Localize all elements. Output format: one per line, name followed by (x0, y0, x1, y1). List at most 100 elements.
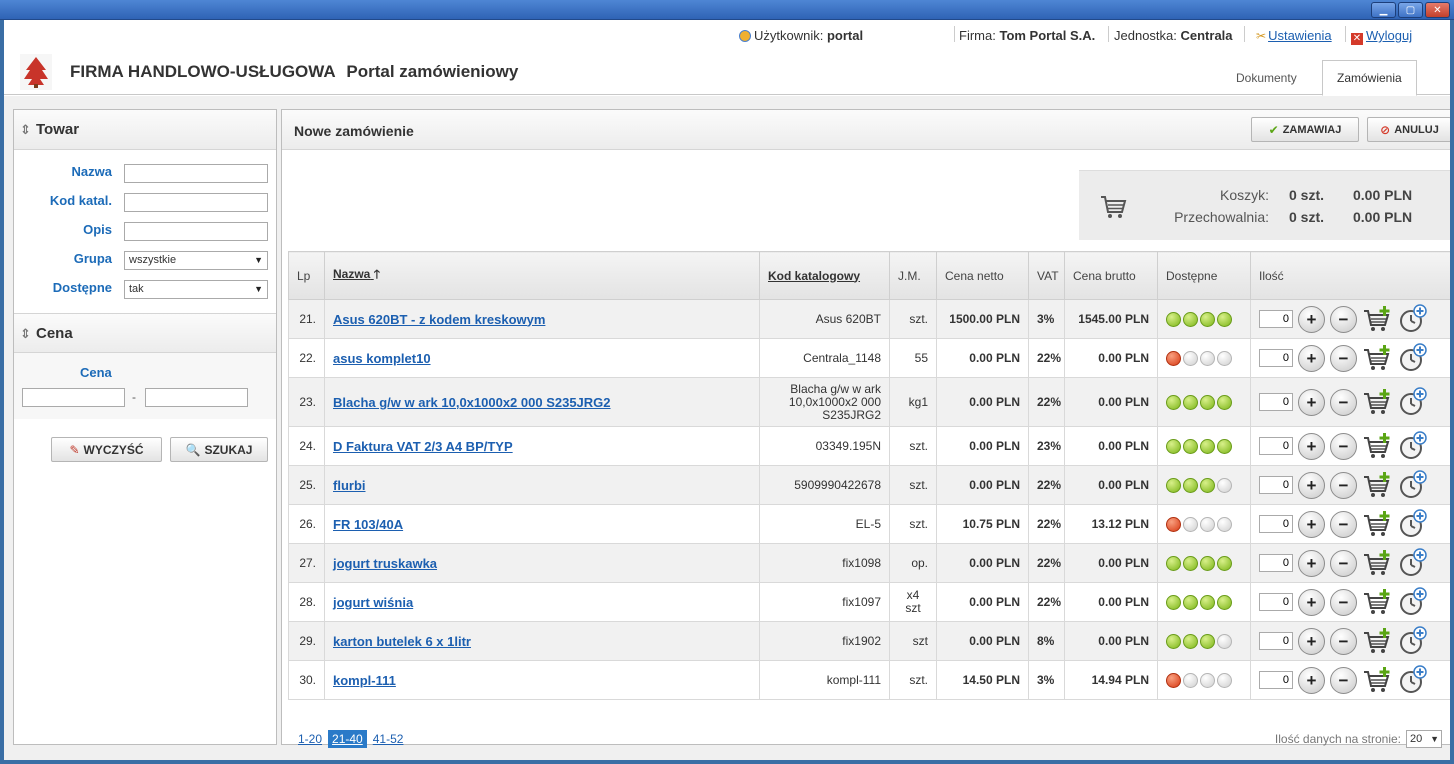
plus-button[interactable]: + (1298, 627, 1325, 655)
add-to-cart-icon[interactable] (1362, 304, 1392, 334)
cell-jm: kg1 (889, 377, 937, 427)
minus-button[interactable]: − (1330, 588, 1357, 616)
add-to-storage-icon[interactable] (1397, 304, 1427, 334)
add-to-cart-icon[interactable] (1362, 387, 1392, 417)
plus-button[interactable]: + (1298, 471, 1325, 499)
page-link-41-52[interactable]: 41-52 (369, 730, 408, 748)
add-to-storage-icon[interactable] (1397, 387, 1427, 417)
per-page-value: 20 (1410, 733, 1423, 745)
add-to-storage-icon[interactable] (1397, 431, 1427, 461)
quantity-input[interactable] (1259, 515, 1293, 533)
add-to-storage-icon[interactable] (1397, 587, 1427, 617)
page-link-21-40[interactable]: 21-40 (328, 730, 367, 748)
availability-green-dot (1183, 594, 1198, 610)
quantity-input[interactable] (1259, 349, 1293, 367)
maximize-button[interactable]: ▢ (1398, 2, 1423, 18)
user-info-bar: Użytkownik: portal Firma: Tom Portal S.A… (4, 20, 1450, 48)
search-button[interactable]: 🔍 SZUKAJ (170, 437, 268, 462)
add-to-storage-icon[interactable] (1397, 548, 1427, 578)
cell-jm: szt. (889, 660, 937, 700)
grupa-select[interactable]: wszystkie ▼ (124, 251, 268, 270)
minus-button[interactable]: − (1330, 666, 1357, 694)
plus-button[interactable]: + (1298, 549, 1325, 577)
tab-dokumenty[interactable]: Dokumenty (1222, 60, 1311, 96)
minus-button[interactable]: − (1330, 549, 1357, 577)
product-link[interactable]: jogurt truskawka (333, 556, 437, 571)
towar-section-header[interactable]: ⇕ Towar (14, 110, 276, 150)
storage-qty: 0 szt. (1289, 209, 1325, 225)
add-to-cart-icon[interactable] (1362, 665, 1392, 695)
minimize-button[interactable]: ▁ (1371, 2, 1396, 18)
product-link[interactable]: Asus 620BT - z kodem kreskowym (333, 312, 545, 327)
cena-section-header[interactable]: ⇕ Cena (14, 313, 276, 353)
cancel-button[interactable]: ⊘ ANULUJ (1367, 117, 1450, 142)
quantity-input[interactable] (1259, 393, 1293, 411)
add-to-cart-icon[interactable] (1362, 509, 1392, 539)
order-button[interactable]: ✔ ZAMAWIAJ (1251, 117, 1359, 142)
minus-button[interactable]: − (1330, 510, 1357, 538)
product-link[interactable]: kompl-111 (333, 673, 396, 688)
plus-button[interactable]: + (1298, 305, 1325, 333)
table-row: 22. asus komplet10 Centrala_1148 55 0.00 PLN… (288, 338, 1450, 378)
minus-button[interactable]: − (1330, 388, 1357, 416)
price-to-input[interactable] (145, 388, 248, 407)
product-link[interactable]: karton butelek 6 x 1litr (333, 634, 471, 649)
cell-dostepne (1157, 543, 1251, 583)
settings-link[interactable]: Ustawienia (1268, 28, 1332, 43)
plus-button[interactable]: + (1298, 666, 1325, 694)
product-link[interactable]: FR 103/40A (333, 517, 403, 532)
quantity-input[interactable] (1259, 593, 1293, 611)
add-to-cart-icon[interactable] (1362, 548, 1392, 578)
settings-link-wrap: ✂ Ustawienia (1256, 28, 1332, 43)
plus-button[interactable]: + (1298, 588, 1325, 616)
close-button[interactable]: ✕ (1425, 2, 1450, 18)
nazwa-input[interactable] (124, 164, 268, 183)
minus-button[interactable]: − (1330, 344, 1357, 372)
minus-button[interactable]: − (1330, 471, 1357, 499)
tab-zamowienia[interactable]: Zamówienia (1322, 60, 1417, 96)
check-icon: ✔ (1268, 122, 1279, 137)
product-link[interactable]: jogurt wiśnia (333, 595, 413, 610)
minus-button[interactable]: − (1330, 627, 1357, 655)
product-link[interactable]: asus komplet10 (333, 351, 431, 366)
clear-button[interactable]: ✎ WYCZYŚĆ (51, 437, 162, 462)
quantity-input[interactable] (1259, 671, 1293, 689)
plus-button[interactable]: + (1298, 388, 1325, 416)
per-page-select[interactable]: 20 ▼ (1406, 730, 1442, 748)
col-nazwa[interactable]: Nazwa 🡑 (324, 251, 760, 300)
add-to-cart-icon[interactable] (1362, 626, 1392, 656)
plus-button[interactable]: + (1298, 432, 1325, 460)
logout-link[interactable]: Wyloguj (1366, 28, 1412, 43)
product-link[interactable]: flurbi (333, 478, 366, 493)
add-to-cart-icon[interactable] (1362, 470, 1392, 500)
product-link[interactable]: D Faktura VAT 2/3 A4 BP/TYP (333, 439, 513, 454)
add-to-storage-icon[interactable] (1397, 665, 1427, 695)
add-to-cart-icon[interactable] (1362, 587, 1392, 617)
price-from-input[interactable] (22, 388, 125, 407)
dostepne-select[interactable]: tak ▼ (124, 280, 268, 299)
kod-input[interactable] (124, 193, 268, 212)
add-to-cart-icon[interactable] (1362, 431, 1392, 461)
col-kod[interactable]: Kod katalogowy (759, 251, 890, 300)
minus-button[interactable]: − (1330, 305, 1357, 333)
quantity-input[interactable] (1259, 476, 1293, 494)
quantity-input[interactable] (1259, 310, 1293, 328)
add-to-storage-icon[interactable] (1397, 509, 1427, 539)
add-to-cart-icon[interactable] (1362, 343, 1392, 373)
quantity-input[interactable] (1259, 632, 1293, 650)
add-to-storage-icon[interactable] (1397, 343, 1427, 373)
plus-button[interactable]: + (1298, 344, 1325, 372)
add-to-storage-icon[interactable] (1397, 470, 1427, 500)
minus-button[interactable]: − (1330, 432, 1357, 460)
towar-title: Towar (36, 121, 80, 138)
product-link[interactable]: Blacha g/w w ark 10,0x1000x2 000 S235JRG… (333, 395, 611, 410)
page-link-1-20[interactable]: 1-20 (294, 730, 326, 748)
cell-brutto: 14.94 PLN (1064, 660, 1158, 700)
opis-input[interactable] (124, 222, 268, 241)
quantity-controls: +− (1259, 626, 1443, 656)
cell-ilosc: +− (1250, 465, 1450, 505)
plus-button[interactable]: + (1298, 510, 1325, 538)
quantity-input[interactable] (1259, 554, 1293, 572)
add-to-storage-icon[interactable] (1397, 626, 1427, 656)
quantity-input[interactable] (1259, 437, 1293, 455)
